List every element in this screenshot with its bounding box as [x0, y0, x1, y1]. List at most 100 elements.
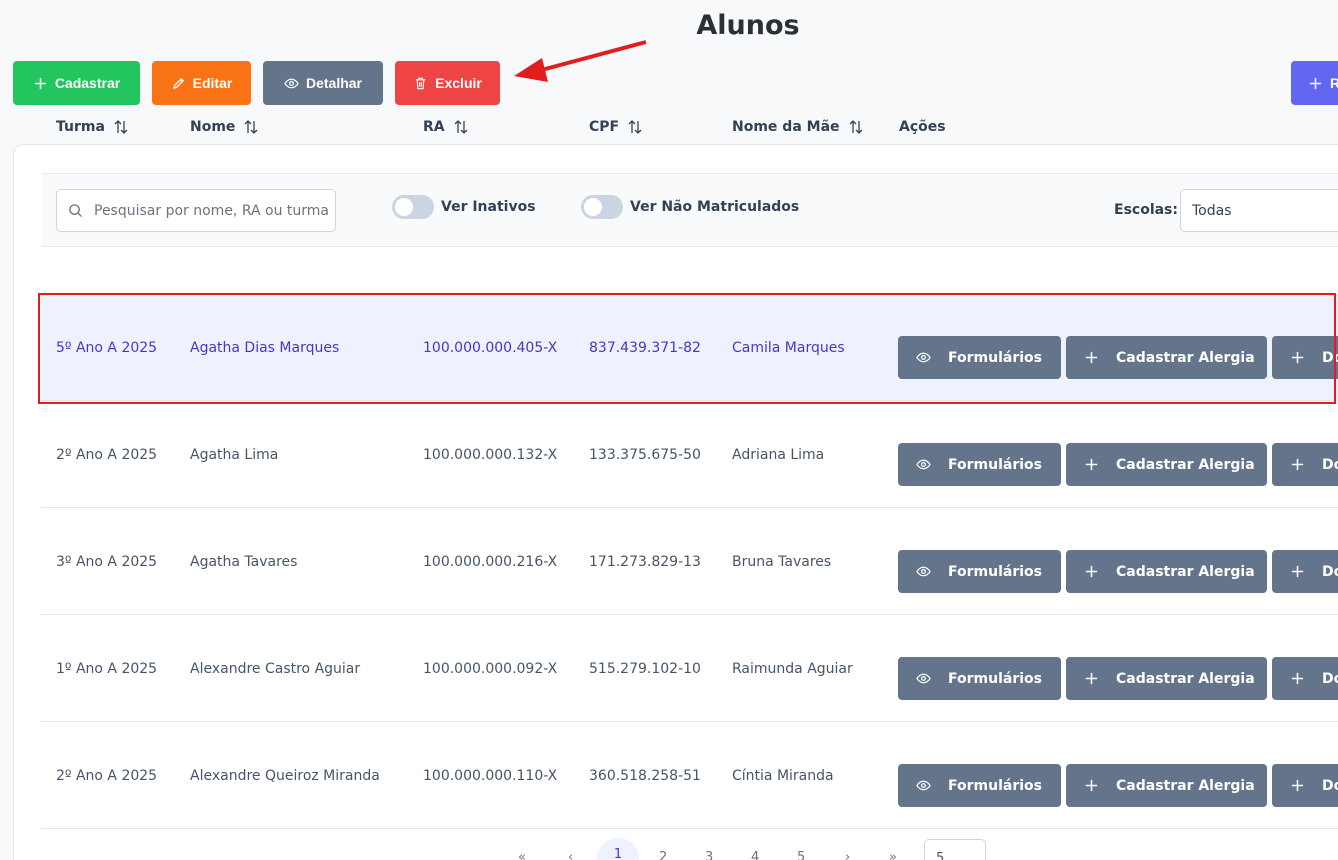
page-button-3[interactable]: 3 [705, 850, 713, 860]
add-allergy-button[interactable]: Cadastrar Alergia [1066, 764, 1267, 807]
column-header-cpf[interactable]: CPF [589, 119, 643, 135]
add-allergy-label: Cadastrar Alergia [1116, 563, 1255, 580]
third-action-label: Do [1322, 456, 1338, 473]
detail-button[interactable]: Detalhar [263, 61, 383, 105]
unenrolled-toggle-group: Ver Não Matriculados [581, 195, 799, 219]
column-label: Ações [899, 119, 946, 135]
cell-nome: Agatha Dias Marques [190, 340, 340, 356]
column-header-nome[interactable]: Nome [190, 119, 259, 135]
sort-icon [114, 120, 128, 134]
add-button[interactable]: Cadastrar [13, 61, 140, 105]
third-action-button[interactable]: Do [1272, 336, 1338, 379]
page-button-2[interactable]: 2 [659, 850, 667, 860]
eye-icon [916, 566, 931, 577]
plus-icon [34, 77, 46, 89]
cell-cpf: 515.279.102-10 [589, 661, 701, 677]
cell-cpf: 133.375.675-50 [589, 447, 701, 463]
forms-button-label: Formulários [948, 777, 1042, 794]
page-title: Alunos [696, 10, 800, 41]
forms-button[interactable]: Formulários [898, 657, 1061, 700]
forms-button[interactable]: Formulários [898, 550, 1061, 593]
next-page-button[interactable]: › [845, 850, 850, 860]
pencil-icon [172, 77, 184, 89]
column-header-turma[interactable]: Turma [56, 119, 129, 135]
column-label: Turma [56, 119, 105, 135]
forms-button[interactable]: Formulários [898, 764, 1061, 807]
plus-icon [1291, 672, 1304, 685]
column-header-acoes: Ações [899, 119, 946, 135]
add-button-label: Cadastrar [54, 75, 121, 91]
column-header-ra[interactable]: RA [423, 119, 469, 135]
cell-mae: Adriana Lima [732, 447, 825, 463]
table-row[interactable]: 2º Ano A 2025 Agatha Lima 100.000.000.132-… [41, 401, 1338, 508]
plus-icon [1085, 565, 1098, 578]
cell-mae: Camila Marques [732, 340, 845, 356]
table-row[interactable]: 2º Ano A 2025 Alexandre Queiroz Miranda 10… [41, 722, 1338, 829]
plus-icon [1085, 672, 1098, 685]
third-action-button[interactable]: Do [1272, 764, 1338, 807]
third-action-label: Do [1322, 777, 1338, 794]
third-action-button[interactable]: Do [1272, 657, 1338, 700]
detail-button-label: Detalhar [305, 75, 363, 91]
add-allergy-button[interactable]: Cadastrar Alergia [1066, 550, 1267, 593]
cell-ra: 100.000.000.092-X [423, 661, 558, 677]
schools-label: Escolas: [1114, 202, 1178, 218]
delete-button[interactable]: Excluir [395, 61, 500, 105]
search-box[interactable] [56, 189, 336, 232]
edit-button[interactable]: Editar [152, 61, 251, 105]
table-row[interactable]: 3º Ano A 2025 Agatha Tavares 100.000.000.2… [41, 508, 1338, 615]
eye-icon [916, 780, 931, 791]
page-button-5[interactable]: 5 [797, 850, 805, 860]
table-row[interactable]: 5º Ano A 2025 Agatha Dias Marques 100.000.… [41, 294, 1338, 401]
cell-mae: Raimunda Aguiar [732, 661, 853, 677]
add-allergy-label: Cadastrar Alergia [1116, 670, 1255, 687]
third-action-label: Do [1322, 563, 1338, 580]
prev-page-button[interactable]: ‹ [568, 850, 573, 860]
column-label: Nome [190, 119, 236, 135]
column-header-mae[interactable]: Nome da Mãe [732, 119, 864, 135]
unenrolled-toggle[interactable] [581, 195, 623, 219]
first-page-button[interactable]: « [518, 850, 526, 860]
forms-button-label: Formulários [948, 349, 1042, 366]
rows-per-page-select[interactable]: 5 [924, 839, 986, 860]
schools-select[interactable]: Todas [1180, 189, 1338, 232]
plus-icon [1291, 351, 1304, 364]
add-allergy-button[interactable]: Cadastrar Alergia [1066, 336, 1267, 379]
table-row[interactable]: 1º Ano A 2025 Alexandre Castro Aguiar 100.… [41, 615, 1338, 722]
cell-mae: Bruna Tavares [732, 554, 832, 570]
add-allergy-button[interactable]: Cadastrar Alergia [1066, 443, 1267, 486]
last-page-button[interactable]: » [889, 850, 897, 860]
third-action-button[interactable]: Do [1272, 443, 1338, 486]
right-action-label: R [1330, 75, 1338, 91]
cell-ra: 100.000.000.110-X [423, 768, 558, 784]
table-header: Turma Nome RA CPF Nome da Mãe Ações [41, 102, 1338, 150]
inactive-toggle[interactable] [392, 195, 434, 219]
add-allergy-label: Cadastrar Alergia [1116, 456, 1255, 473]
plus-icon [1085, 351, 1098, 364]
right-action-button[interactable]: R [1291, 61, 1338, 105]
page-button-4[interactable]: 4 [751, 850, 759, 860]
add-allergy-button[interactable]: Cadastrar Alergia [1066, 657, 1267, 700]
inactive-toggle-group: Ver Inativos [392, 195, 536, 219]
inactive-toggle-label: Ver Inativos [441, 199, 536, 215]
trash-icon [415, 77, 426, 89]
plus-icon [1291, 565, 1304, 578]
eye-icon [916, 352, 931, 363]
pagination: « ‹ 1 2 3 4 5 › » 5 [0, 838, 1338, 860]
search-input[interactable] [94, 202, 335, 219]
third-action-button[interactable]: Do [1272, 550, 1338, 593]
forms-button[interactable]: Formulários [898, 443, 1061, 486]
cell-nome: Alexandre Castro Aguiar [190, 661, 361, 677]
cell-ra: 100.000.000.216-X [423, 554, 558, 570]
page-button-1[interactable]: 1 [597, 838, 639, 860]
plus-icon [1085, 779, 1098, 792]
forms-button-label: Formulários [948, 670, 1042, 687]
third-action-label: Do [1322, 349, 1338, 366]
eye-icon [916, 673, 931, 684]
cell-ra: 100.000.000.132-X [423, 447, 558, 463]
forms-button[interactable]: Formulários [898, 336, 1061, 379]
forms-button-label: Formulários [948, 563, 1042, 580]
sort-icon [454, 120, 468, 134]
sort-icon [849, 120, 862, 134]
third-action-label: Do [1322, 670, 1338, 687]
